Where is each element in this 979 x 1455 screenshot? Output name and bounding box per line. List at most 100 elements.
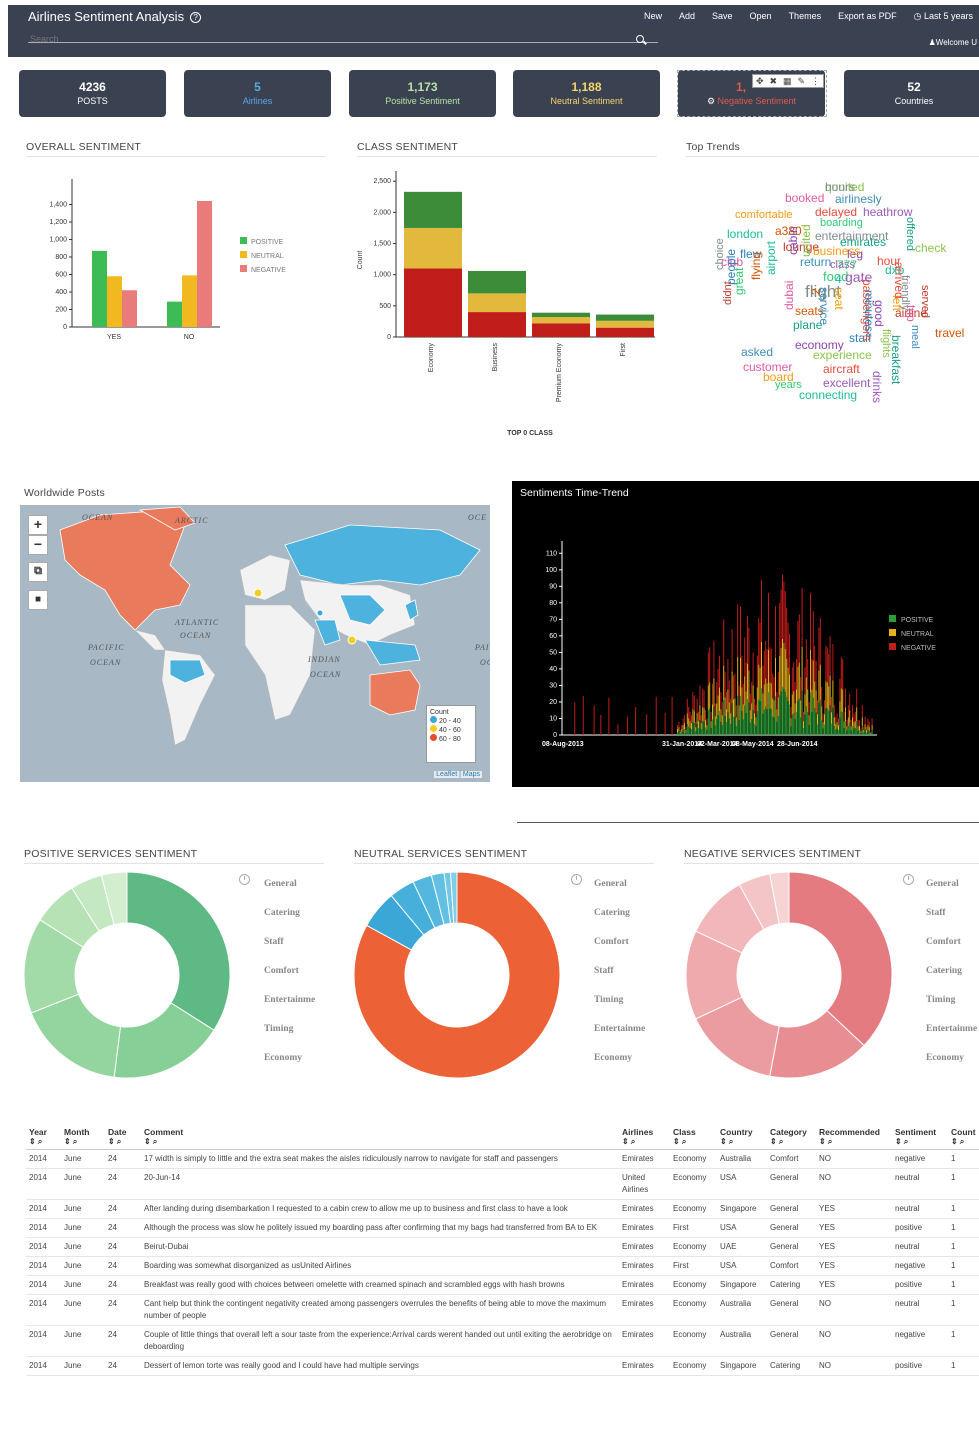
trend-bar-positive[interactable] <box>693 723 695 735</box>
trend-bar-positive[interactable] <box>818 702 820 735</box>
wordcloud-term[interactable]: drinks <box>870 371 884 403</box>
sort-search-icon[interactable]: ⇕ ⌕ <box>29 1137 58 1147</box>
more-icon[interactable]: ⋮ <box>811 76 820 87</box>
trend-bar-neutral[interactable] <box>780 647 782 692</box>
trend-bar-neutral[interactable] <box>733 699 734 718</box>
trend-bar-negative[interactable] <box>655 696 657 735</box>
wordcloud-term[interactable]: business <box>813 245 860 257</box>
trend-bar-neutral[interactable] <box>859 726 860 731</box>
trend-bar-negative[interactable] <box>839 678 841 702</box>
grid-icon[interactable]: ▦ <box>783 76 792 87</box>
trend-bar-negative[interactable] <box>695 721 697 728</box>
legend-item[interactable]: Staff <box>264 928 326 957</box>
trend-bar-positive[interactable] <box>763 709 765 735</box>
bar-neutral[interactable] <box>468 293 526 313</box>
trend-bar-negative[interactable] <box>821 687 823 707</box>
bar-neutral[interactable] <box>182 275 197 327</box>
column-header[interactable]: Recommended ⇕ ⌕ <box>816 1125 892 1150</box>
trend-bar-positive[interactable] <box>685 732 687 735</box>
trend-bar-neutral[interactable] <box>775 657 776 697</box>
trend-bar-positive[interactable] <box>853 728 855 735</box>
trend-bar-positive[interactable] <box>867 730 869 735</box>
trend-bar-negative[interactable] <box>747 616 748 664</box>
help-icon[interactable]: ? <box>190 12 202 23</box>
trend-bar-negative[interactable] <box>819 617 821 665</box>
trend-bar-negative[interactable] <box>681 725 683 730</box>
trend-bar-neutral[interactable] <box>812 660 814 698</box>
column-header[interactable]: Airlines ⇕ ⌕ <box>619 1125 670 1150</box>
trend-bar-neutral[interactable] <box>705 720 706 728</box>
trend-bar-positive[interactable] <box>832 707 834 735</box>
trend-bar-negative[interactable] <box>808 701 810 716</box>
trend-bar-negative[interactable] <box>761 579 762 642</box>
trend-bar-positive[interactable] <box>714 725 716 735</box>
bar-negative[interactable] <box>468 312 526 337</box>
trend-bar-negative[interactable] <box>698 711 699 722</box>
sort-search-icon[interactable]: ⇕ ⌕ <box>64 1137 102 1147</box>
trend-bar-positive[interactable] <box>678 731 680 735</box>
search-icon[interactable] <box>636 35 644 43</box>
wordcloud-term[interactable]: offered <box>904 217 916 251</box>
trend-bar-positive[interactable] <box>698 728 699 735</box>
table-row[interactable]: 2014 June 24 Boarding was somewhat disorgan… <box>26 1256 979 1276</box>
trend-bar-neutral[interactable] <box>836 722 838 729</box>
trend-bar-negative[interactable] <box>716 682 718 704</box>
trend-bar-positive[interactable] <box>731 703 733 735</box>
trend-bar-positive[interactable] <box>836 728 838 735</box>
trend-bar-neutral[interactable] <box>843 721 845 729</box>
legend-label[interactable]: POSITIVE <box>901 617 934 624</box>
trend-bar-neutral[interactable] <box>787 667 789 702</box>
trend-bar-positive[interactable] <box>709 708 711 735</box>
trend-bar-neutral[interactable] <box>821 706 823 721</box>
region-indonesia[interactable] <box>364 639 421 666</box>
trend-bar-neutral[interactable] <box>791 694 793 715</box>
trend-bar-negative[interactable] <box>721 701 723 716</box>
trend-bar-positive[interactable] <box>758 699 760 735</box>
trend-bar-negative[interactable] <box>803 711 804 722</box>
trend-bar-positive[interactable] <box>793 713 795 735</box>
trend-bar-negative[interactable] <box>733 675 734 700</box>
trend-bar-positive[interactable] <box>850 730 852 735</box>
trend-bar-positive[interactable] <box>817 724 818 735</box>
trend-bar-neutral[interactable] <box>797 666 799 701</box>
trend-bar-positive[interactable] <box>829 705 831 735</box>
trend-bar-positive[interactable] <box>770 709 772 735</box>
trend-bar-neutral[interactable] <box>702 707 704 722</box>
map-attribution[interactable]: Leaflet | Maps <box>434 771 482 778</box>
trend-bar-negative[interactable] <box>789 634 790 675</box>
wordcloud-term[interactable]: 2 <box>809 288 823 295</box>
map-marker-singapore[interactable] <box>347 635 357 645</box>
trend-bar-positive[interactable] <box>734 716 736 735</box>
trend-bar-positive[interactable] <box>786 696 788 735</box>
legend-item[interactable]: Economy <box>264 1044 326 1073</box>
trend-bar-neutral[interactable] <box>804 694 806 715</box>
trend-bar-negative[interactable] <box>626 716 628 735</box>
trend-bar-neutral[interactable] <box>763 684 765 710</box>
trend-bar-negative[interactable] <box>776 692 778 710</box>
trend-bar-negative[interactable] <box>860 728 862 732</box>
trend-bar-negative[interactable] <box>824 700 825 715</box>
trend-bar-positive[interactable] <box>863 732 865 735</box>
legend-item[interactable]: Timing <box>264 1015 326 1044</box>
bar-positive[interactable] <box>468 270 526 294</box>
wordcloud-term[interactable]: years <box>775 380 802 391</box>
trend-bar-positive[interactable] <box>756 711 758 735</box>
bar-negative[interactable] <box>404 268 462 337</box>
trend-bar-negative[interactable] <box>801 587 803 647</box>
wordcloud-term[interactable]: flights <box>880 329 892 358</box>
wordcloud-term[interactable]: hours <box>825 181 855 193</box>
wordcloud-term[interactable]: 4 <box>835 273 842 285</box>
trend-bar-neutral[interactable] <box>854 721 856 729</box>
menu-period[interactable]: ◷ Last 5 years <box>914 11 973 22</box>
trend-bar-positive[interactable] <box>737 695 739 735</box>
legend-item[interactable]: Comfort <box>264 957 326 986</box>
trend-bar-neutral[interactable] <box>835 724 837 730</box>
trend-bar-negative[interactable] <box>840 657 842 689</box>
trend-bar-positive[interactable] <box>684 729 685 735</box>
world-map[interactable]: OCEAN OCE ATLANTIC OCEAN PACIFIC OCEAN I… <box>20 505 490 782</box>
legend-item[interactable]: General <box>926 870 979 899</box>
legend-label[interactable]: NEUTRAL <box>901 631 934 638</box>
trend-bar-neutral[interactable] <box>759 667 761 702</box>
trend-bar-positive[interactable] <box>822 728 824 735</box>
sort-search-icon[interactable]: ⇕ ⌕ <box>108 1137 138 1147</box>
